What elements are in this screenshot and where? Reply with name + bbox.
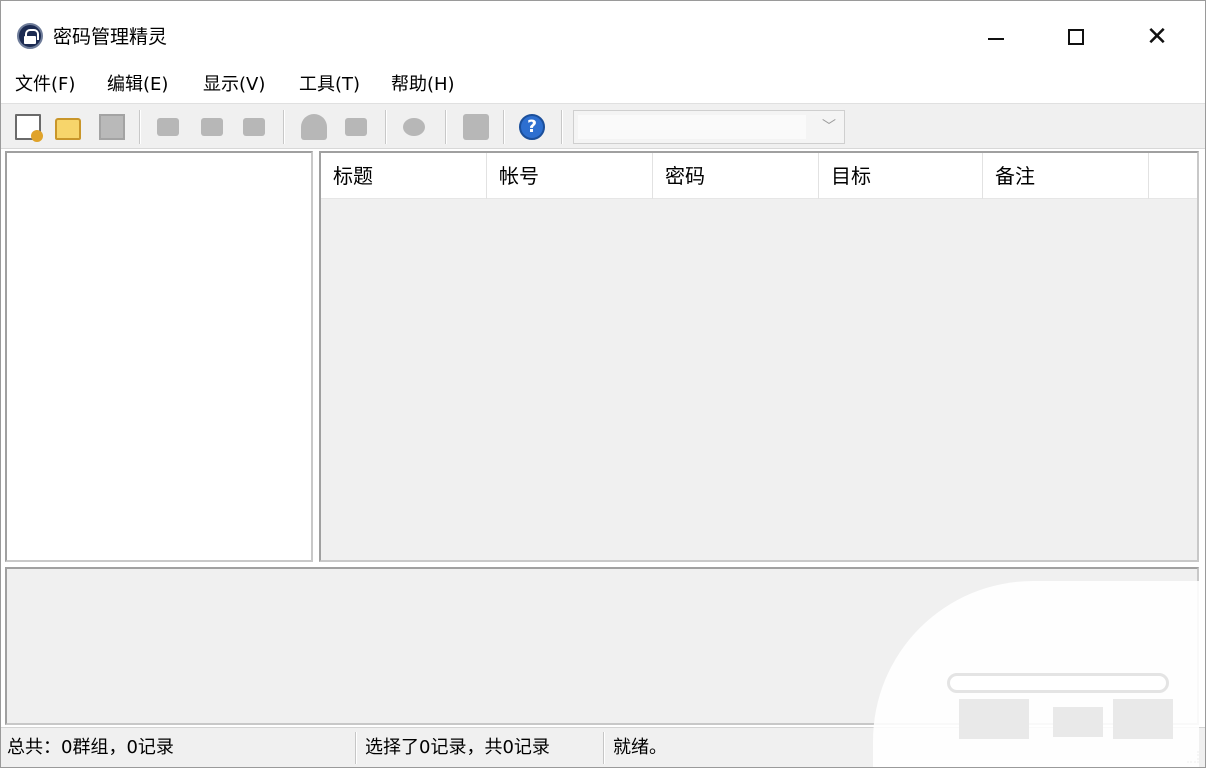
title-bar[interactable]: 密码管理精灵 ✕ — [1, 1, 1205, 69]
search-icon[interactable] — [403, 118, 425, 136]
column-header-target[interactable]: 目标 — [819, 153, 983, 199]
app-lock-icon — [17, 23, 43, 49]
toolbar-separator — [283, 110, 285, 144]
close-button[interactable]: ✕ — [1127, 17, 1187, 57]
edit-record-icon[interactable] — [201, 118, 223, 136]
watermark-block — [1053, 707, 1103, 737]
menu-edit[interactable]: 编辑(E) — [107, 73, 168, 97]
minimize-button[interactable] — [966, 17, 1026, 57]
window-title: 密码管理精灵 — [53, 26, 168, 48]
status-state: 就绪。 — [613, 737, 667, 758]
toolbar-separator — [503, 110, 505, 144]
maximize-icon — [1068, 29, 1084, 45]
add-record-icon[interactable] — [157, 118, 179, 136]
combo-text-field[interactable] — [578, 115, 806, 139]
column-header-notes[interactable]: 备注 — [983, 153, 1149, 199]
menu-help[interactable]: 帮助(H) — [391, 73, 455, 97]
save-icon[interactable] — [99, 114, 125, 140]
menu-file[interactable]: 文件(F) — [15, 73, 75, 97]
toolbar-separator — [445, 110, 447, 144]
toolbar-separator — [385, 110, 387, 144]
status-summary: 总共：0群组，0记录 — [7, 737, 174, 758]
help-icon[interactable]: ? — [519, 114, 545, 140]
column-header-account[interactable]: 帐号 — [487, 153, 653, 199]
column-header-password[interactable]: 密码 — [653, 153, 819, 199]
group-tree-panel[interactable] — [5, 151, 313, 562]
stop-icon[interactable] — [463, 114, 489, 140]
watermark-block — [959, 699, 1029, 739]
main-window: 密码管理精灵 ✕ 文件(F) 编辑(E) 显示(V) 工具(T) 帮助(H) ?… — [0, 0, 1206, 768]
watermark-bar — [947, 673, 1169, 693]
watermark-block — [1113, 699, 1173, 739]
status-divider — [603, 732, 605, 764]
menu-tools[interactable]: 工具(T) — [299, 73, 360, 97]
list-header: 标题 帐号 密码 目标 备注 — [321, 153, 1197, 199]
menu-view[interactable]: 显示(V) — [203, 73, 265, 97]
toolbar-separator — [561, 110, 563, 144]
toolbar-separator — [139, 110, 141, 144]
open-folder-icon[interactable] — [55, 118, 81, 140]
folder-icon[interactable] — [345, 118, 367, 136]
new-file-icon[interactable] — [15, 114, 43, 142]
maximize-button[interactable] — [1046, 17, 1106, 57]
status-divider — [355, 732, 357, 764]
column-header-title[interactable]: 标题 — [321, 153, 487, 199]
minimize-icon — [988, 38, 1004, 40]
status-selection: 选择了0记录，共0记录 — [365, 737, 550, 758]
chevron-down-icon[interactable]: ﹀ — [822, 117, 836, 137]
delete-record-icon[interactable] — [243, 118, 265, 136]
search-combo-box[interactable]: ﹀ — [573, 110, 845, 144]
user-icon[interactable] — [301, 114, 327, 140]
toolbar: ? ﹀ — [1, 103, 1205, 149]
menu-bar: 文件(F) 编辑(E) 显示(V) 工具(T) 帮助(H) — [1, 67, 1205, 101]
record-list[interactable]: 标题 帐号 密码 目标 备注 — [319, 151, 1199, 562]
